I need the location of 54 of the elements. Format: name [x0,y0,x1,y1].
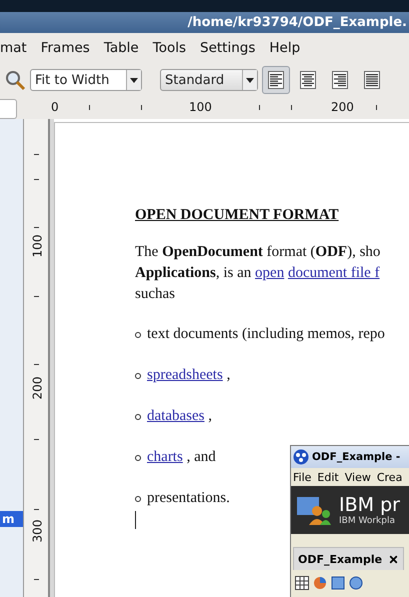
ruler-corner [0,99,17,119]
bullet-icon [135,332,141,338]
app-logo-icon [293,449,309,465]
vertical-ruler: 100 200 300 [24,119,50,597]
menu-item[interactable]: Table [104,40,139,56]
menu-item[interactable]: Help [269,40,300,56]
pie-chart-icon[interactable] [313,576,327,590]
bullet-icon [135,454,141,460]
close-icon[interactable] [388,554,400,564]
align-button[interactable] [262,66,290,94]
document-link[interactable]: databases [147,408,204,424]
table-icon[interactable] [295,576,309,590]
menu-item[interactable]: File [293,470,312,484]
document-link[interactable]: open [255,265,284,281]
list-item-text: text documents (including memos, repo [147,325,385,344]
align-icon [364,71,380,89]
list-item-text: databases , [147,407,212,426]
banner-subtitle: IBM Workpla [339,516,396,526]
square-icon[interactable] [331,576,345,590]
menu-item[interactable]: Crea [376,470,402,484]
window-title: ODF_Example - [312,451,400,463]
zoom-icon[interactable] [4,69,26,91]
caret-icon [246,78,254,82]
align-icon [268,71,284,89]
bullet-icon [135,414,141,420]
document-link[interactable]: spreadsheets [147,367,223,383]
caret-icon [130,78,138,82]
bullet-icon [135,372,141,378]
text-cursor [135,511,136,529]
menu-item[interactable]: Frames [40,40,90,56]
menu-item[interactable]: Edit [317,470,339,484]
body-paragraph: The OpenDocument format (ODF), sho Applications, is an open document file f suchas [135,243,382,304]
circle-icon[interactable] [349,576,363,590]
banner-title: IBM pr [339,494,400,516]
panel-tab[interactable]: m [0,511,23,527]
menu-item[interactable]: Settings [200,40,256,56]
document-link[interactable]: document file f [288,265,380,281]
document-heading: OPEN DOCUMENT FORMAT [135,207,340,224]
window-title: /home/kr93794/ODF_Example. [188,15,407,30]
bullet-icon [135,496,141,502]
list-item-text: charts , and [147,448,216,467]
menu-item[interactable]: View [344,470,371,484]
menu-item[interactable]: Tools [152,40,186,56]
document-link[interactable]: charts [147,449,183,465]
menu-item[interactable]: mat [0,40,27,56]
horizontal-ruler: 0 100 200 [31,97,409,119]
list-item-text: spreadsheets , [147,366,230,385]
list-item-text: presentations. [147,489,230,508]
style-dropdown[interactable]: Standard [160,69,258,91]
align-icon [332,71,348,89]
people-icon [295,495,331,525]
document-tab[interactable]: ODF_Example [293,547,404,570]
align-icon [300,71,316,89]
zoom-dropdown[interactable]: Fit to Width [30,69,142,91]
